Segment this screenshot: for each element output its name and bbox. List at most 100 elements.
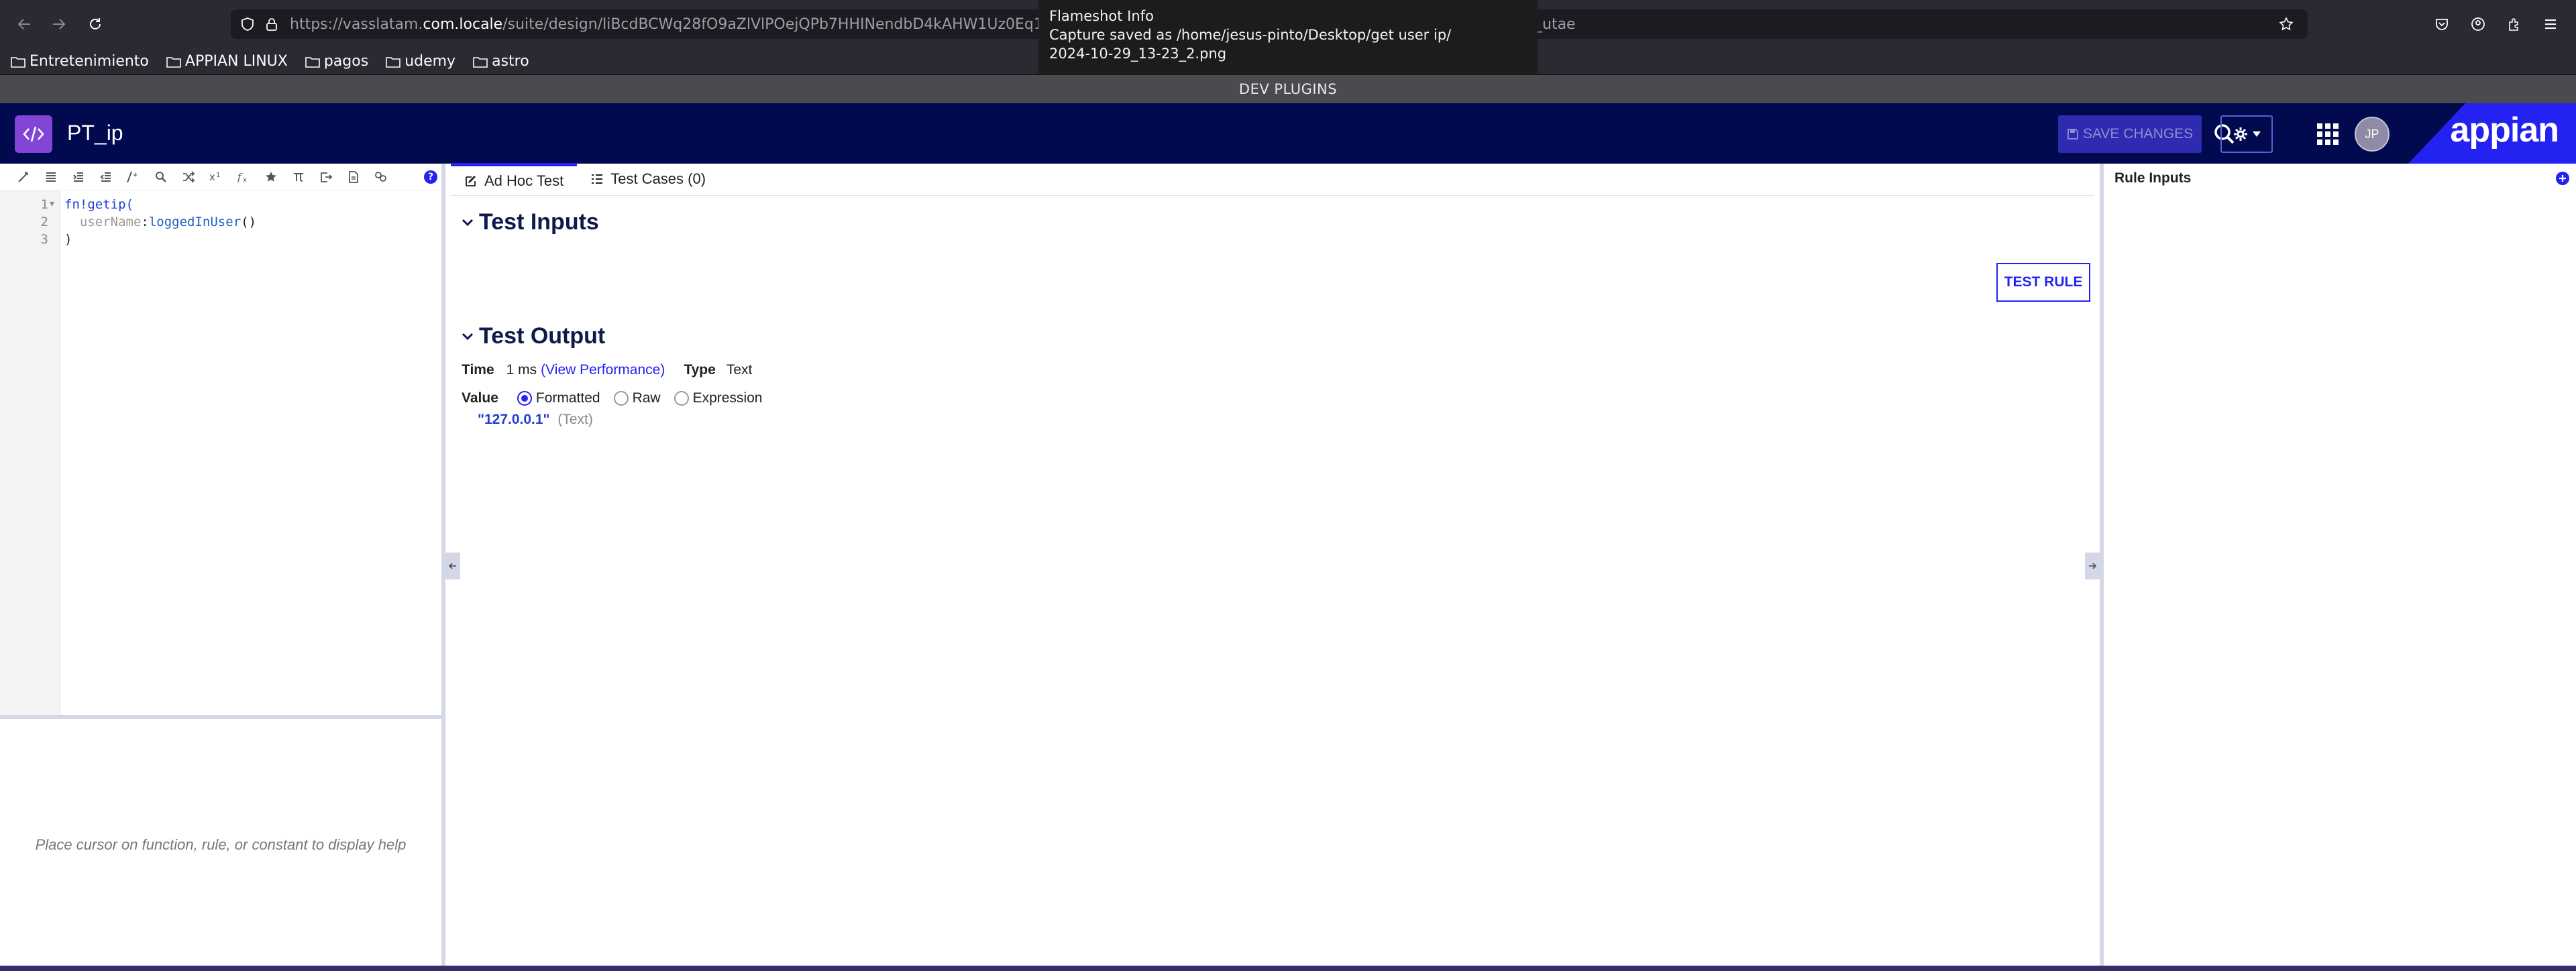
- menu-button[interactable]: [2536, 9, 2565, 39]
- reload-icon: [90, 18, 101, 30]
- test-output-header[interactable]: Test Output: [462, 323, 605, 349]
- pocket-icon: [2436, 19, 2448, 30]
- gear-icon: [2234, 127, 2247, 141]
- document-icon[interactable]: [339, 166, 367, 188]
- chevron-down-icon: [462, 333, 474, 340]
- caret-down-icon: [2253, 131, 2261, 137]
- radio-expression[interactable]: [674, 391, 689, 406]
- value-label: Value: [462, 390, 498, 406]
- folder-icon: [166, 56, 181, 68]
- pocket-button[interactable]: [2427, 9, 2457, 39]
- reload-button[interactable]: [80, 9, 110, 39]
- radio-formatted[interactable]: [517, 391, 532, 406]
- chevron-down-icon: [462, 219, 474, 226]
- result-value: "127.0.0.1": [478, 412, 550, 427]
- dev-plugins-bar: DEV PLUGINS: [0, 75, 2576, 103]
- account-button[interactable]: [2463, 9, 2493, 39]
- svg-text:*: *: [133, 172, 138, 182]
- svg-text:x: x: [209, 171, 215, 183]
- tab-test-cases[interactable]: Test Cases (0): [577, 163, 719, 195]
- url-text: https://vasslatam.com.locale/suite/desig…: [290, 15, 1064, 33]
- outdent-icon[interactable]: [92, 166, 119, 188]
- dev-plugins-label: DEV PLUGINS: [1238, 81, 1338, 97]
- folder-icon: [386, 56, 400, 68]
- window-bottom-edge: [0, 966, 2576, 971]
- save-icon: [2068, 129, 2078, 139]
- view-performance-link[interactable]: (View Performance): [541, 362, 665, 378]
- expression-rule-icon: [15, 115, 52, 153]
- dependents-icon[interactable]: [367, 166, 394, 188]
- bookmark-folder[interactable]: Entretenimiento: [11, 53, 149, 70]
- save-changes-button[interactable]: SAVE CHANGES: [2058, 115, 2202, 153]
- shield-icon: [241, 17, 254, 31]
- comment-icon[interactable]: *: [119, 166, 147, 188]
- bookmark-folder[interactable]: udemy: [386, 53, 455, 70]
- code-editor[interactable]: 1 ▾ fn!getip( 2 userName:loggedInUser() …: [0, 190, 441, 715]
- arrow-left-icon: [449, 563, 456, 569]
- test-rule-button[interactable]: TEST RULE: [1996, 263, 2090, 302]
- forward-arrow-icon: [53, 19, 66, 30]
- appian-logo: appian: [2450, 111, 2559, 150]
- result-type: (Text): [557, 412, 593, 427]
- arrow-right-icon: [2089, 563, 2096, 569]
- collapse-left-button[interactable]: [445, 553, 460, 579]
- object-name: PT_ip: [67, 121, 123, 145]
- radio-formatted-label: Formatted: [535, 390, 600, 406]
- help-placeholder: Place cursor on function, rule, or const…: [35, 836, 407, 853]
- pi-icon[interactable]: [284, 166, 312, 188]
- export-icon[interactable]: [312, 166, 339, 188]
- variable-icon[interactable]: x1: [202, 166, 229, 188]
- code-line: ): [64, 232, 72, 247]
- rule-inputs-pane: Rule Inputs: [2108, 164, 2576, 971]
- test-inputs-header[interactable]: Test Inputs: [462, 209, 599, 235]
- find-icon[interactable]: [147, 166, 174, 188]
- folder-icon: [305, 56, 320, 68]
- star-icon[interactable]: [257, 166, 284, 188]
- test-tabs: Ad Hoc Test Test Cases (0): [451, 163, 2094, 196]
- line-number: 1: [40, 197, 48, 212]
- url-tail: _utae: [1535, 15, 1576, 33]
- svg-text:1: 1: [216, 172, 220, 179]
- expression-editor-pane: * x1 fx ? 1 ▾ fn!getip(2 userName:logge…: [0, 164, 445, 971]
- plus-icon: [2559, 175, 2566, 182]
- extensions-button[interactable]: [2500, 9, 2529, 39]
- add-rule-input-button[interactable]: [2556, 172, 2569, 185]
- rule-inputs-title: Rule Inputs: [2114, 170, 2192, 186]
- lock-icon: [266, 18, 277, 31]
- code-line: userName:loggedInUser(): [79, 215, 257, 229]
- magic-wand-icon[interactable]: [9, 166, 37, 188]
- bookmark-folder[interactable]: astro: [473, 53, 529, 70]
- back-arrow-icon: [17, 19, 30, 30]
- help-icon[interactable]: ?: [424, 170, 437, 184]
- grid-icon: [2317, 123, 2339, 145]
- settings-menu-button[interactable]: [2220, 115, 2273, 153]
- tab-ad-hoc-test[interactable]: Ad Hoc Test: [451, 163, 578, 195]
- radio-raw[interactable]: [613, 391, 629, 406]
- bookmark-folder[interactable]: APPIAN LINUX: [166, 53, 288, 70]
- user-avatar[interactable]: JP: [2355, 117, 2390, 152]
- notification-line: 2024-10-29_13-23_2.png: [1049, 46, 1227, 62]
- back-button[interactable]: [9, 9, 39, 39]
- account-icon: [2471, 17, 2485, 31]
- radio-expression-label: Expression: [692, 390, 763, 406]
- function-icon[interactable]: fx: [229, 166, 257, 188]
- collapse-right-button[interactable]: [2085, 553, 2100, 579]
- svg-text:f: f: [237, 171, 243, 183]
- edit-icon: [466, 175, 476, 186]
- code-line: fn!getip(: [64, 197, 133, 212]
- type-value: Text: [726, 362, 753, 378]
- bookmark-folder[interactable]: pagos: [305, 53, 368, 70]
- type-label: Type: [684, 362, 716, 378]
- line-gutter: [0, 190, 60, 715]
- notification-line: Capture saved as /home/jesus-pinto/Deskt…: [1049, 27, 1452, 43]
- bookmark-star-icon: [2279, 17, 2294, 31]
- indent-icon[interactable]: [64, 166, 92, 188]
- fold-toggle-icon[interactable]: ▾: [50, 198, 54, 209]
- format-list-icon[interactable]: [37, 166, 64, 188]
- folder-icon: [473, 56, 488, 68]
- value-format-options: Value Formatted Raw Expression: [462, 390, 762, 406]
- forward-button[interactable]: [44, 9, 74, 39]
- shuffle-icon[interactable]: [174, 166, 202, 188]
- folder-icon: [11, 56, 25, 68]
- app-launcher-button[interactable]: [2316, 122, 2340, 146]
